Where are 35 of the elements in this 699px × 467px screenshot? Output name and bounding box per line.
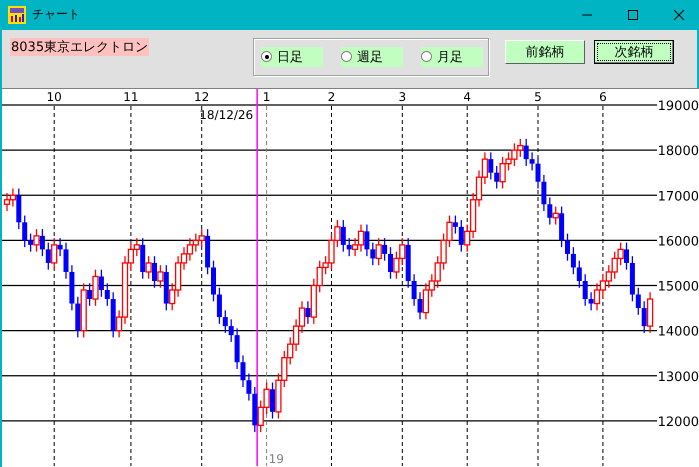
chart-app-icon — [8, 6, 26, 24]
month-label: 10 — [46, 90, 62, 104]
radio-circle[interactable] — [341, 51, 352, 62]
price-axis-label: 15000 — [658, 279, 699, 294]
year-label: 19 — [268, 452, 284, 466]
radio-circle[interactable] — [261, 51, 272, 62]
month-label: 1 — [262, 90, 270, 104]
price-axis-label: 13000 — [658, 370, 699, 385]
month-label: 4 — [463, 90, 472, 104]
price-axis-label: 18000 — [658, 144, 699, 159]
month-label: 12 — [194, 90, 210, 104]
radio-circle[interactable] — [421, 51, 432, 62]
close-icon[interactable] — [673, 8, 685, 21]
period-radio[interactable]: 週足 — [341, 46, 404, 67]
month-label: 2 — [328, 90, 336, 104]
cursor-date-label: 18/12/26 — [199, 108, 254, 122]
radio-label: 月足 — [437, 48, 464, 66]
price-axis-label: 17000 — [658, 189, 699, 204]
stock-name-label: 8035東京エレクトロン — [10, 38, 150, 56]
month-label: 11 — [123, 90, 139, 104]
stock-nav-button[interactable]: 前銘柄 — [505, 40, 586, 64]
month-label: 6 — [599, 90, 607, 104]
stock-nav-button[interactable]: 次銘柄 — [594, 40, 674, 64]
price-axis-label: 12000 — [658, 414, 699, 430]
price-axis-label: 19000 — [658, 98, 699, 114]
period-radio[interactable]: 月足 — [421, 46, 484, 67]
price-axis-label: 16000 — [658, 234, 699, 250]
price-axis-label: 14000 — [658, 324, 699, 340]
window-title: チャート — [32, 6, 80, 24]
period-radio[interactable]: 日足 — [261, 46, 324, 67]
radio-label: 週足 — [357, 48, 384, 66]
maximize-icon[interactable] — [627, 8, 639, 21]
month-label: 3 — [398, 90, 406, 104]
radio-label: 日足 — [277, 48, 304, 66]
month-label: 5 — [534, 90, 542, 104]
